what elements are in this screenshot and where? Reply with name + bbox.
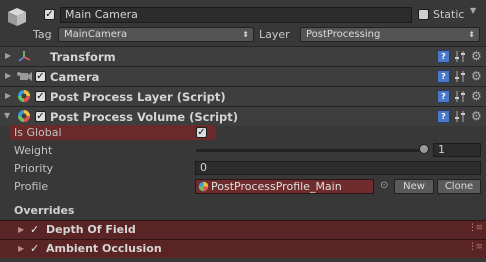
profile-object-field[interactable]: PostProcessProfile_Main [195,179,374,194]
gameobject-cube-icon [8,8,26,26]
layer-value: PostProcessing [306,29,381,40]
static-dropdown-icon[interactable]: ▼ [470,6,476,15]
foldout-arrow-icon[interactable]: ▶ [5,71,11,80]
static-checkbox[interactable] [418,9,429,20]
gear-icon[interactable]: ⚙ [471,110,482,122]
priority-input[interactable]: 0 [195,161,481,175]
post-process-icon [18,110,30,122]
foldout-expanded-icon[interactable]: ▼ [4,111,10,120]
clone-profile-button[interactable]: Clone [437,179,481,194]
preset-sliders-icon[interactable] [455,51,466,62]
component-enabled-checkbox[interactable]: ✓ [35,71,46,82]
gear-icon[interactable]: ⚙ [471,70,482,82]
tag-label: Tag [33,28,52,41]
post-process-layer-header[interactable]: ▶ ✓ Post Process Layer (Script) ? ⚙ [0,86,486,106]
preset-sliders-icon[interactable] [455,91,466,102]
active-checkbox[interactable]: ✓ [44,9,55,20]
foldout-arrow-icon[interactable]: ▶ [5,91,11,100]
preset-sliders-icon[interactable] [455,111,466,122]
help-icon[interactable]: ? [437,70,450,83]
gear-icon[interactable]: ⚙ [471,90,482,102]
layer-label: Layer [259,28,290,41]
weight-input[interactable]: 1 [433,143,481,157]
tag-dropdown[interactable]: MainCamera ⬍ [58,27,254,42]
post-process-icon [18,90,30,102]
profile-asset-icon [198,181,209,192]
updown-arrow-icon: ⬍ [468,30,475,39]
drag-handle-icon[interactable]: ≡ [475,223,483,233]
transform-component-header[interactable]: ▶ Transform ? ⚙ [0,46,486,66]
is-global-checkbox[interactable]: ✓ [196,127,207,138]
help-icon[interactable]: ? [437,90,450,103]
foldout-arrow-icon[interactable]: ▶ [18,225,24,234]
weight-label: Weight [14,144,53,157]
priority-label: Priority [14,162,54,175]
override-label: Ambient Occlusion [46,242,162,255]
overrides-heading: Overrides [14,204,75,217]
camera-icon [17,72,32,81]
help-icon[interactable]: ? [437,110,450,123]
component-title: Camera [50,70,100,84]
profile-value: PostProcessProfile_Main [211,180,342,193]
foldout-arrow-icon[interactable]: ▶ [5,51,11,60]
component-enabled-checkbox[interactable]: ✓ [35,111,46,122]
preset-sliders-icon[interactable] [455,71,466,82]
help-icon[interactable]: ? [437,50,450,63]
gear-icon[interactable]: ⚙ [471,50,482,62]
layer-dropdown[interactable]: PostProcessing ⬍ [300,27,480,42]
updown-arrow-icon: ⬍ [242,30,249,39]
profile-label: Profile [14,180,49,193]
component-title: Post Process Layer (Script) [50,90,226,104]
override-enabled-checkmark-icon[interactable]: ✓ [30,223,39,236]
weight-slider-track[interactable] [196,149,426,152]
override-label: Depth Of Field [46,223,136,236]
post-process-volume-header[interactable]: ▼ ✓ Post Process Volume (Script) ? ⚙ [0,106,486,126]
drag-handle-icon[interactable]: ≡ [475,242,483,252]
tag-value: MainCamera [64,29,128,40]
static-label: Static [433,8,465,21]
is-global-label: Is Global [14,126,62,139]
component-title: Transform [50,50,116,64]
transform-axes-icon [18,51,31,62]
weight-slider-handle[interactable] [419,144,429,154]
new-profile-button[interactable]: New [394,179,434,194]
override-item[interactable]: ▶ ✓ Ambient Occlusion ⋮ ≡ [0,239,486,258]
object-picker-icon[interactable]: ⊙ [380,180,388,191]
object-name-input[interactable]: Main Camera [60,7,412,23]
override-enabled-checkmark-icon[interactable]: ✓ [30,242,39,255]
override-item[interactable]: ▶ ✓ Depth Of Field ⋮ ≡ [0,220,486,239]
foldout-arrow-icon[interactable]: ▶ [18,244,24,253]
component-enabled-checkbox[interactable]: ✓ [35,91,46,102]
camera-component-header[interactable]: ▶ ✓ Camera ? ⚙ [0,66,486,86]
component-title: Post Process Volume (Script) [50,110,239,124]
